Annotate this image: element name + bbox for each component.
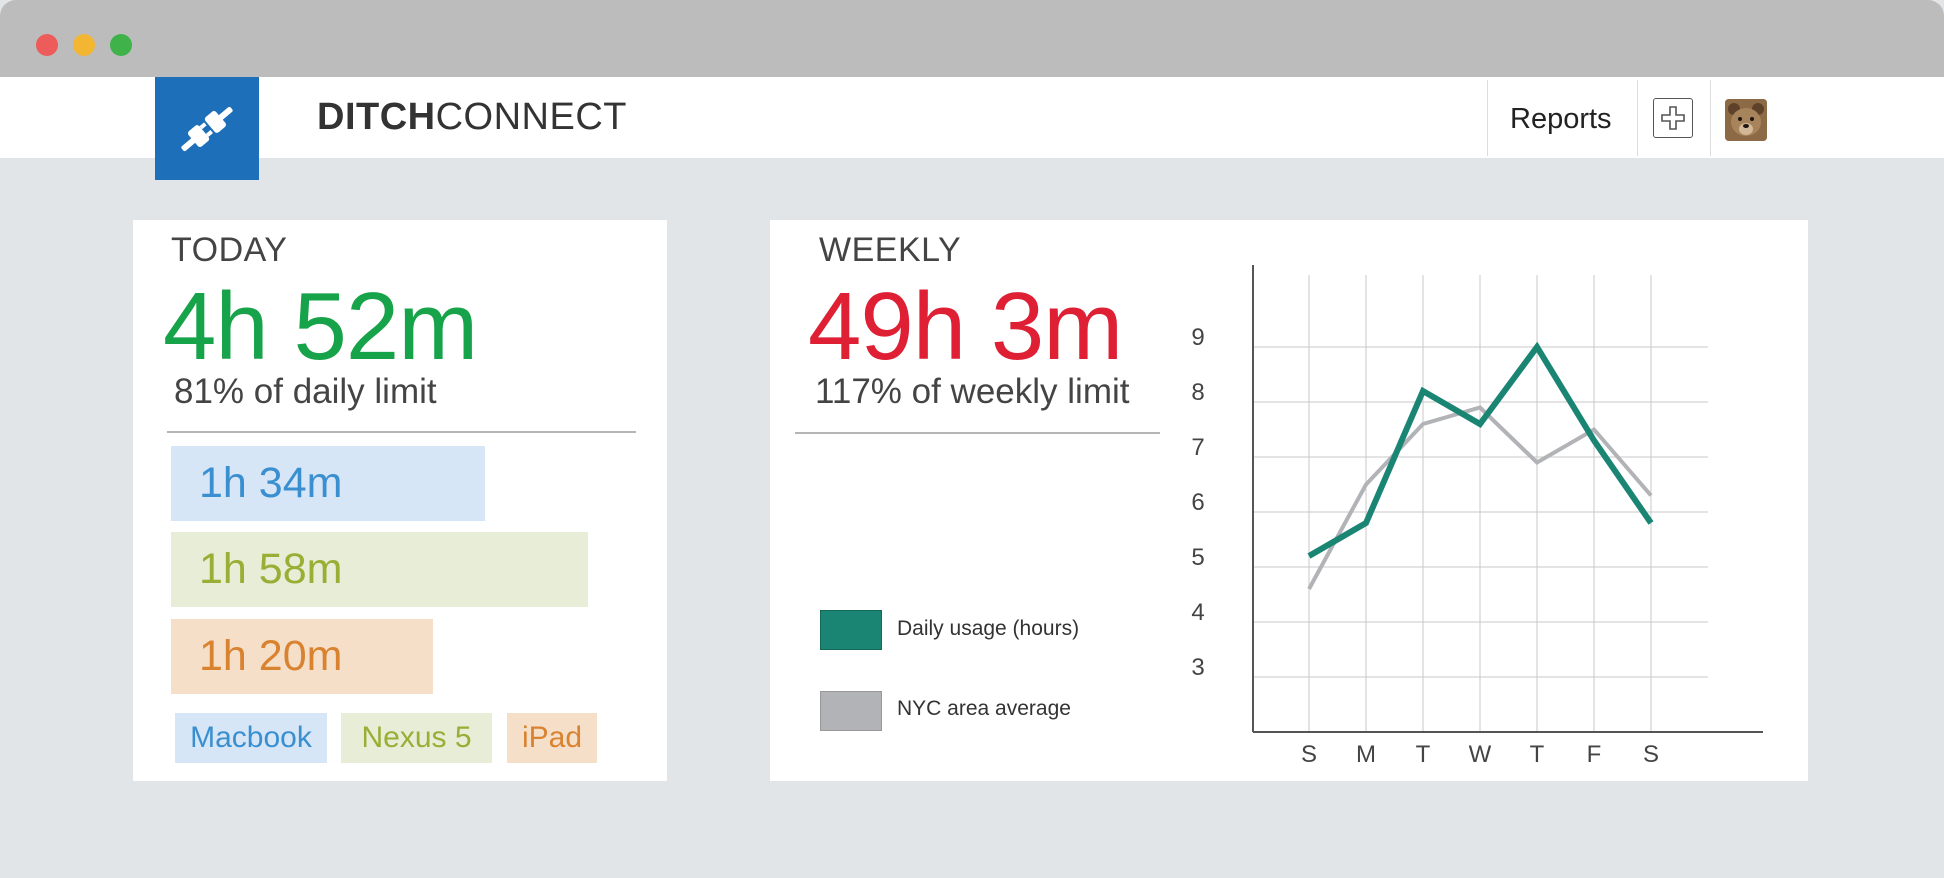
weekly-label: WEEKLY — [819, 231, 962, 269]
weekly-total: 49h 3m — [808, 273, 1123, 380]
device-bar-nexus-5[interactable]: 1h 58m — [171, 532, 588, 607]
nav-divider — [1710, 80, 1711, 156]
weekly-limit-text: 117% of weekly limit — [815, 372, 1130, 411]
legend-swatch-daily-usage — [820, 610, 882, 650]
device-bar-macbook[interactable]: 1h 34m — [171, 446, 485, 521]
maximize-window-dot[interactable] — [110, 34, 132, 56]
y-tick-label: 3 — [1191, 654, 1204, 681]
nav-divider — [1487, 80, 1488, 156]
minimize-window-dot[interactable] — [73, 34, 95, 56]
bear-avatar-icon — [1725, 99, 1767, 141]
plug-icon — [181, 106, 233, 151]
y-tick-label: 9 — [1191, 324, 1204, 351]
plug-logo[interactable] — [155, 77, 259, 180]
x-tick-label: T — [1416, 741, 1431, 768]
device-tag-nexus-5[interactable]: Nexus 5 — [341, 713, 492, 763]
add-button[interactable] — [1653, 98, 1693, 138]
weekly-divider — [795, 432, 1160, 434]
device-tag-macbook[interactable]: Macbook — [175, 713, 327, 763]
today-divider — [167, 431, 636, 433]
x-tick-label: W — [1469, 741, 1492, 768]
brand-title: DITCHCONNECT — [317, 96, 627, 138]
browser-chrome — [0, 0, 1944, 77]
close-window-dot[interactable] — [36, 34, 58, 56]
legend-swatch-nyc-average — [820, 691, 882, 731]
legend-label-nyc-average: NYC area average — [897, 697, 1071, 720]
x-tick-label: T — [1530, 741, 1545, 768]
x-tick-label: S — [1301, 741, 1317, 768]
device-bar-ipad[interactable]: 1h 20m — [171, 619, 433, 694]
y-tick-label: 5 — [1191, 544, 1204, 571]
today-total: 4h 52m — [163, 273, 478, 380]
x-tick-label: S — [1643, 741, 1659, 768]
nav-reports-link[interactable]: Reports — [1510, 100, 1612, 138]
today-label: TODAY — [171, 231, 288, 269]
x-tick-label: F — [1587, 741, 1602, 768]
device-tag-ipad[interactable]: iPad — [507, 713, 597, 763]
plus-icon — [1661, 106, 1685, 130]
x-tick-label: M — [1356, 741, 1376, 768]
weekly-line-chart: 3 4 5 6 7 8 9 S M T W T F S — [1191, 265, 1763, 768]
y-tick-label: 6 — [1191, 489, 1204, 516]
y-tick-label: 7 — [1191, 434, 1204, 461]
y-tick-label: 8 — [1191, 379, 1204, 406]
daily-limit-text: 81% of daily limit — [174, 372, 437, 411]
y-tick-label: 4 — [1191, 599, 1204, 626]
legend-label-daily-usage: Daily usage (hours) — [897, 617, 1080, 640]
user-avatar[interactable] — [1725, 99, 1767, 141]
nav-divider — [1637, 80, 1638, 156]
